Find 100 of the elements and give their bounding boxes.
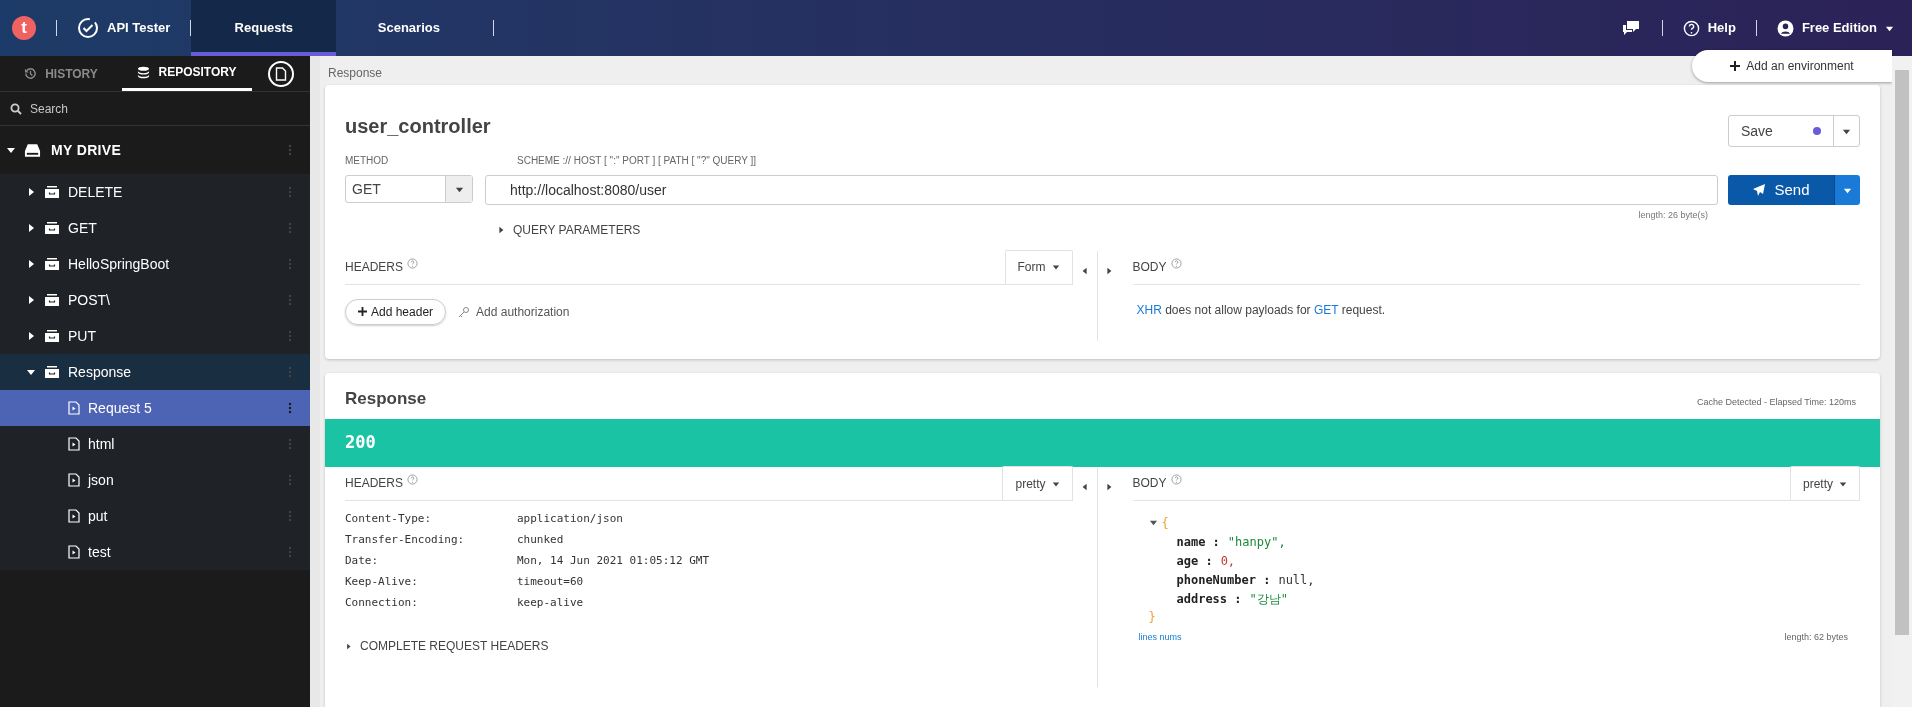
file-icon [275,66,287,81]
json-key: address : [1176,589,1242,608]
caret-icon [497,225,505,234]
json-brace: { [1161,514,1169,532]
more-icon [288,438,292,450]
header-value: timeout=60 [517,573,584,590]
json-brace: } [1148,609,1157,626]
header-value: chunked [517,531,564,548]
file-icon [68,401,80,415]
more-icon [288,294,292,306]
section-title: BODY [1132,475,1167,492]
new-file-button[interactable] [268,60,294,87]
plus-icon [1730,61,1741,71]
caret-icon [345,642,352,650]
header-name: Keep-Alive: [345,573,419,590]
field-label: SCHEME :// HOST [ ":" PORT ] [ PATH [ "?" QUERY ]] [517,154,758,168]
scrollbar-thumb[interactable] [1895,70,1909,635]
account-menu[interactable]: Free Edition [1776,18,1894,38]
more-icon [288,546,292,558]
drive-icon [24,142,41,158]
history-icon [24,67,38,80]
url-field[interactable]: http://localhost:8080/user [485,175,1718,205]
header-value: keep-alive [517,594,584,611]
json-value: "강남" [1249,590,1288,608]
field-label: METHOD [345,154,390,168]
method-select[interactable]: GET [345,175,473,203]
expand-right-icon [1105,483,1113,491]
json-value: "hanpy", [1227,533,1286,551]
expand-right-icon [1105,266,1113,275]
tree-item[interactable]: put [0,498,310,534]
format-dropdown[interactable]: pretty [1790,466,1860,500]
complete-headers-toggle[interactable]: COMPLETE REQUEST HEADERS [345,637,1073,655]
add-environment-button[interactable]: Add an environment [1692,50,1892,82]
nav-tab[interactable]: Requests [191,0,337,56]
tree-item[interactable]: Response [0,354,310,390]
archive-icon [44,221,60,235]
tree-item[interactable]: PUT [0,318,310,354]
caret-icon [26,367,36,377]
json-value: 0, [1220,552,1236,570]
key-icon [458,305,471,318]
help-icon [1170,257,1182,269]
send-button[interactable]: Send [1728,175,1834,205]
header-name: Transfer-Encoding: [345,531,466,548]
status-code: 200 [345,431,376,455]
line-numbers-link[interactable]: lines nums [1138,631,1182,645]
more-icon [288,222,292,234]
json-key: phoneNumber : [1176,570,1271,589]
more-icon [288,366,292,378]
tree-item[interactable]: test [0,534,310,570]
request-title: user_controller [345,114,491,139]
help-icon [407,257,418,269]
breadcrumb: Response [328,65,383,82]
collapse-icon [1148,518,1158,527]
file-icon [68,545,80,559]
chat-icon [1621,20,1642,36]
help-link[interactable]: Help [1682,18,1736,38]
json-key: name : [1176,532,1220,551]
tree-item[interactable]: HelloSpringBoot [0,246,310,282]
more-icon [288,144,292,156]
body-message: XHR does not allow payloads for GET request. [1136,301,1387,319]
sidebar-tab[interactable]: HISTORY [0,56,122,91]
caret-icon [6,145,16,155]
tree-item[interactable]: POST\ [0,282,310,318]
format-dropdown[interactable]: Form [1004,249,1073,284]
caret-icon [26,331,36,341]
plus-icon [358,307,367,316]
search-field[interactable]: Search [30,99,280,118]
add-authorization-link[interactable]: Add authorization [458,302,570,321]
header-name: Date: [345,552,380,569]
archive-icon [44,329,60,343]
send-menu-button[interactable] [1834,175,1860,205]
nav-tab[interactable]: Scenarios [336,0,482,56]
file-icon [68,473,80,487]
tree-item[interactable]: DELETE [0,174,310,210]
query-parameters-toggle[interactable]: QUERY PARAMETERS [497,220,1860,239]
archive-icon [44,185,60,199]
section-title: HEADERS [345,258,403,276]
header-value: Mon, 14 Jun 2021 01:05:12 GMT [517,552,710,569]
header-value: application/json [517,510,623,527]
file-icon [68,437,80,451]
database-icon [137,65,151,79]
collapse-left-icon [1080,483,1089,491]
more-icon [288,258,292,270]
more-icon [288,402,292,414]
archive-icon [44,365,60,379]
tree-item[interactable]: Request 5 [0,390,310,426]
sidebar-tab[interactable]: REPOSITORY [122,56,252,91]
more-icon [288,510,292,522]
send-icon [1752,183,1767,197]
caret-icon [1051,263,1060,271]
more-icon [288,330,292,342]
caret-icon [26,223,36,233]
tree-item[interactable]: html [0,426,310,462]
json-value: null, [1278,571,1315,589]
tree-item[interactable]: GET [0,210,310,246]
response-title: Response [345,387,427,410]
format-dropdown[interactable]: pretty [1002,466,1073,500]
tree-item[interactable]: json [0,462,310,498]
caret-icon [26,259,36,269]
length-text: length: 62 bytes [1784,631,1848,644]
